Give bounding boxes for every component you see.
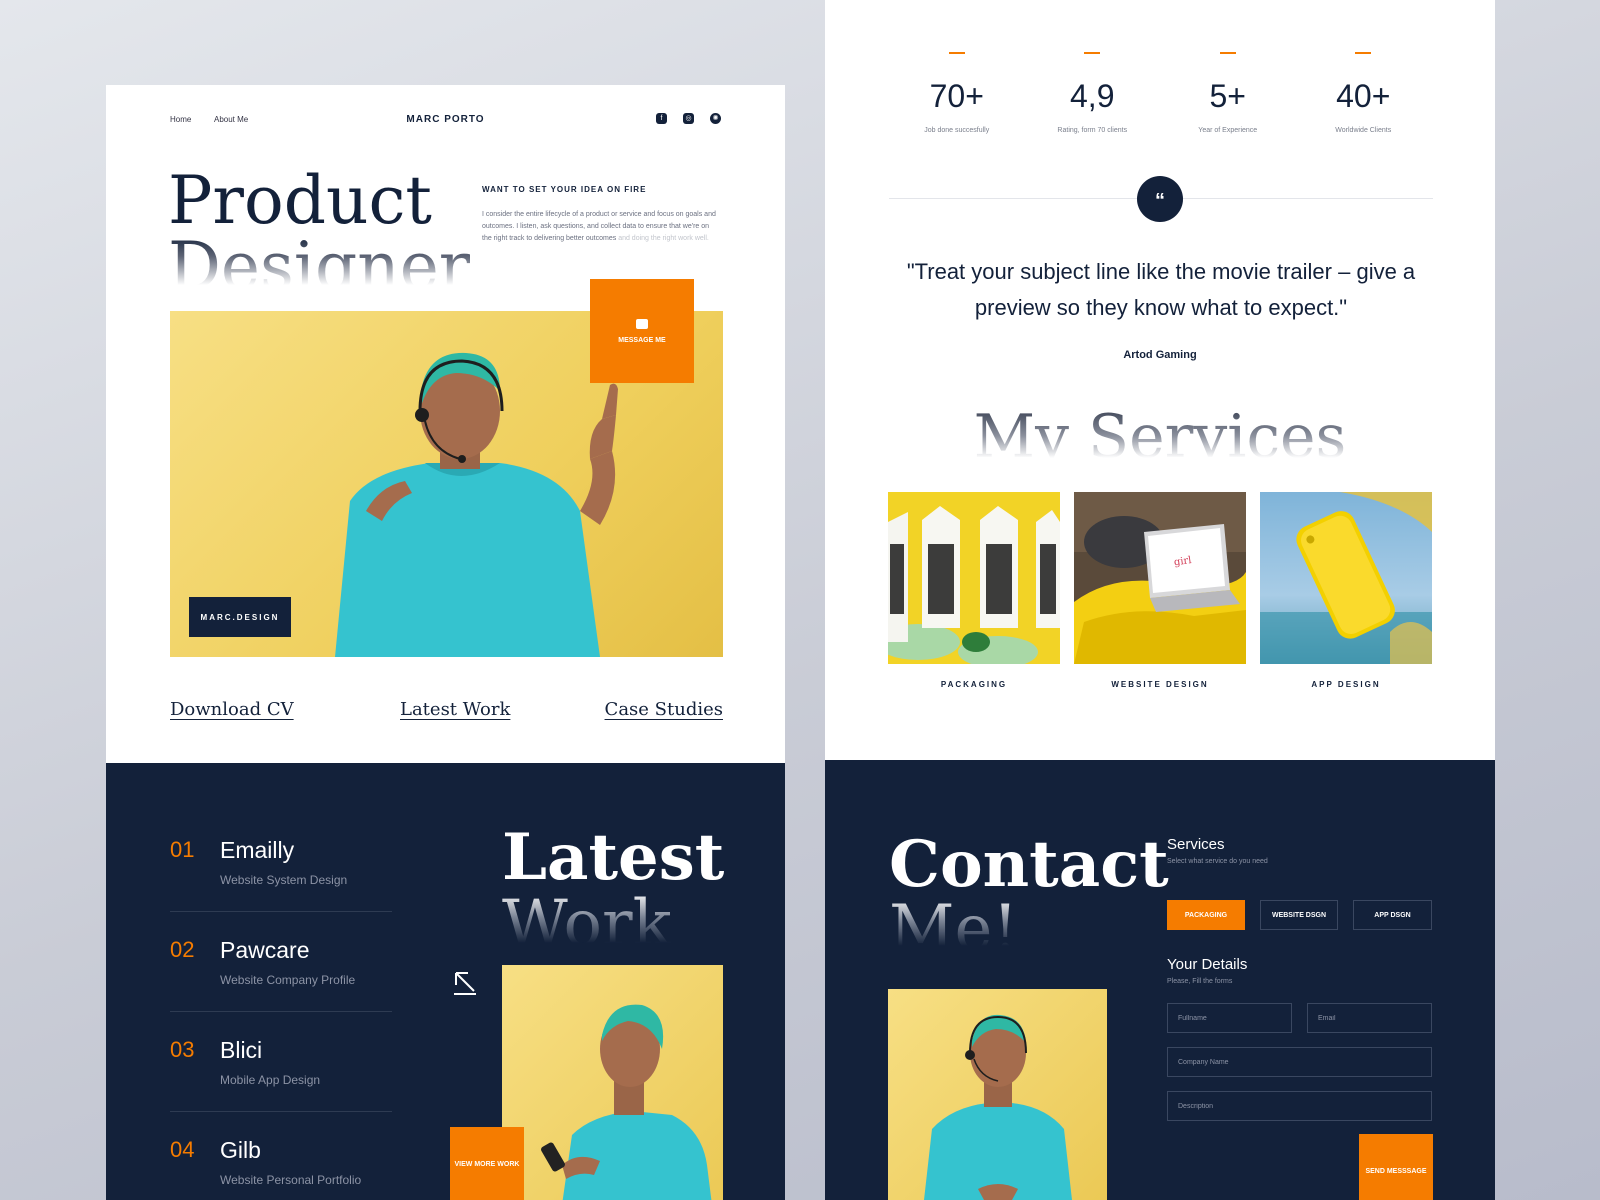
brand-logo[interactable]: MARC PORTO <box>170 114 721 125</box>
services-title: My Services <box>825 402 1495 458</box>
stat-label: Job done succesfully <box>924 127 990 134</box>
chat-bubble-icon <box>636 318 648 329</box>
portrait-illustration <box>541 1004 712 1200</box>
work-item-pawcare[interactable]: 02 Pawcare Website Company Profile <box>170 935 392 1035</box>
social-links: f ◎ ✺ <box>656 113 721 124</box>
stat-label: Rating, form 70 clients <box>1057 127 1128 134</box>
stat-accent-dash <box>1084 52 1101 54</box>
work-name: Pawcare <box>220 937 310 963</box>
details-subheading: Please, Fill the forms <box>1167 978 1233 985</box>
stat-accent-dash <box>1219 52 1236 54</box>
portrait-illustration <box>924 1014 1072 1200</box>
service-label-app-design: APP DESIGN <box>1311 680 1381 689</box>
testimonial-author: Artod Gaming <box>1123 349 1197 361</box>
hero-links: Download CV Latest Work Case Studies <box>170 699 723 723</box>
divider <box>170 1011 392 1012</box>
work-number: 02 <box>170 937 195 962</box>
divider <box>170 1111 392 1112</box>
arrow-up-left-icon[interactable] <box>452 969 478 995</box>
description-field[interactable] <box>1167 1091 1432 1121</box>
service-option-packaging[interactable]: PACKAGING <box>1167 900 1245 930</box>
hero-title: Product <box>168 162 432 239</box>
download-cv-link[interactable]: Download CV <box>170 699 294 720</box>
top-nav: Home About Me MARC PORTO f ◎ ✺ <box>170 113 721 133</box>
latest-work-title-faded: Work <box>502 891 672 943</box>
work-name: Emailly <box>220 837 295 863</box>
hero-description: I consider the entire lifecycle of a pro… <box>482 209 718 245</box>
email-field[interactable] <box>1307 1003 1432 1033</box>
message-me-label: MESSAGE ME <box>618 336 666 344</box>
service-card-packaging[interactable] <box>888 492 1060 664</box>
stat-clients: 40+ Worldwide Clients <box>1296 48 1432 134</box>
service-card-website-design[interactable]: girl <box>1074 492 1246 664</box>
stat-value: 70+ <box>929 78 984 114</box>
facebook-icon[interactable]: f <box>656 113 667 124</box>
contact-title-faded: Me! <box>889 896 1019 946</box>
contact-title: Contact <box>889 827 1169 902</box>
latest-work-link[interactable]: Latest Work <box>400 699 510 720</box>
stat-value: 5+ <box>1209 78 1246 114</box>
testimonial-quote: "Treat your subject line like the movie … <box>906 259 1416 320</box>
service-option-app[interactable]: APP DSGN <box>1353 900 1432 930</box>
service-label-packaging: PACKAGING <box>940 680 1008 689</box>
stat-jobs: 70+ Job done succesfully <box>889 48 1025 134</box>
message-me-button[interactable]: MESSAGE ME <box>590 279 694 383</box>
dribbble-icon[interactable]: ✺ <box>710 113 721 124</box>
quote-icon: “ <box>1137 176 1183 222</box>
hero-kicker: WANT TO SET YOUR IDEA ON FIRE <box>482 185 647 194</box>
services-heading: Services <box>1167 836 1225 853</box>
service-option-website[interactable]: WEBSITE DSGN <box>1260 900 1338 930</box>
service-label-website-design: WEBSITE DESIGN <box>1111 680 1209 689</box>
view-more-work-button[interactable]: VIEW MORE WORK <box>450 1127 524 1200</box>
work-name: Blici <box>220 1037 263 1063</box>
work-number: 04 <box>170 1137 195 1162</box>
work-item-gilb[interactable]: 04 Gilb Website Personal Portfolio <box>170 1135 392 1200</box>
stat-rating: 4,9 Rating, form 70 clients <box>1025 48 1161 134</box>
work-item-blici[interactable]: 03 Blici Mobile App Design <box>170 1035 392 1135</box>
work-category: Website System Design <box>220 873 348 887</box>
stat-value: 40+ <box>1336 78 1391 114</box>
fullname-field[interactable] <box>1167 1003 1292 1033</box>
work-item-emailly[interactable]: 01 Emailly Website System Design <box>170 835 392 935</box>
latest-work-title: Latest <box>502 820 725 895</box>
stats-row: 70+ Job done succesfully 4,9 Rating, for… <box>889 48 1431 134</box>
service-card-app-design[interactable] <box>1260 492 1432 664</box>
work-number: 03 <box>170 1037 195 1062</box>
details-heading: Your Details <box>1167 956 1248 973</box>
send-message-button[interactable]: SEND MESSSAGE <box>1359 1134 1433 1200</box>
hero-panel: Home About Me MARC PORTO f ◎ ✺ Product D… <box>106 85 785 763</box>
stat-value: 4,9 <box>1070 78 1115 114</box>
stat-label: Worldwide Clients <box>1335 127 1392 134</box>
work-number: 01 <box>170 837 195 862</box>
divider <box>170 911 392 912</box>
hero-title-faded: Designer <box>168 233 471 285</box>
contact-panel: Contact Me! Services Select what service… <box>825 760 1495 1200</box>
services-panel: 70+ Job done succesfully 4,9 Rating, for… <box>825 0 1495 760</box>
services-subheading: Select what service do you need <box>1167 858 1268 865</box>
contact-portrait-photo <box>888 989 1107 1200</box>
work-category: Website Personal Portfolio <box>220 1173 362 1187</box>
work-category: Website Company Profile <box>220 973 356 987</box>
website-design-image: girl <box>1074 492 1246 664</box>
packaging-image <box>888 492 1060 664</box>
instagram-icon[interactable]: ◎ <box>683 113 694 124</box>
company-name-field[interactable] <box>1167 1047 1432 1077</box>
stat-accent-dash <box>1355 52 1372 54</box>
latest-work-photo <box>502 965 723 1200</box>
brand-badge: MARC.DESIGN <box>189 597 291 637</box>
latest-work-panel: 01 Emailly Website System Design 02 Pawc… <box>106 763 785 1200</box>
case-studies-link[interactable]: Case Studies <box>605 699 723 720</box>
hero-description-faded: and doing the right work well. <box>618 235 709 242</box>
stat-accent-dash <box>948 52 965 54</box>
work-name: Gilb <box>220 1137 261 1163</box>
work-category: Mobile App Design <box>220 1073 321 1087</box>
stat-label: Year of Experience <box>1198 127 1258 134</box>
stat-experience: 5+ Year of Experience <box>1160 48 1296 134</box>
app-design-image <box>1260 492 1432 664</box>
